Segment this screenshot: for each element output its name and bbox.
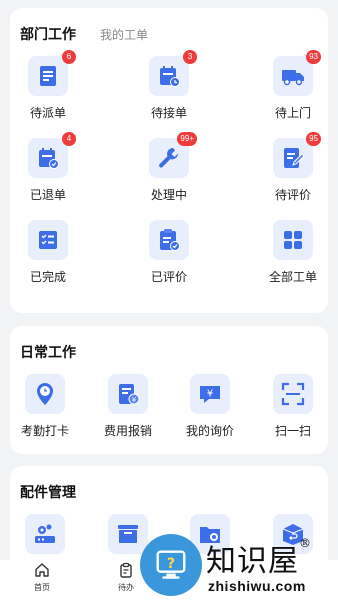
dispatch-icon: 6 [28, 50, 76, 96]
tile-returned[interactable]: 4 已退单 [10, 132, 86, 203]
wrench-icon: 99+ [149, 132, 197, 178]
dept-work-card: 部门工作 我的工单 6 待派单 3 待接单 93 待上门 4 已退单 99+ 处… [10, 8, 328, 313]
tile-pending-review[interactable]: 95 待评价 [255, 132, 331, 203]
calendar-return-icon: 4 [28, 132, 76, 178]
tile-label: 考勤打卡 [20, 424, 69, 438]
watermark-url: zhishiwu.com [208, 578, 306, 594]
svg-text:¥: ¥ [207, 389, 213, 400]
tile-my-inquiry[interactable]: ¥ 我的询价 [172, 374, 248, 439]
watermark-text: 知识屋® [206, 536, 312, 579]
tile-label: 我的询价 [185, 424, 234, 438]
tile-expense[interactable]: ¥ 费用报销 [90, 374, 166, 439]
tile-pending-accept[interactable]: 3 待接单 [131, 50, 207, 121]
tile-scan[interactable]: 扫一扫 [255, 374, 331, 439]
daily-work-card: 日常工作 考勤打卡 ¥ 费用报销 ¥ 我的询价 扫一扫 [10, 326, 328, 454]
tile-label: 已评价 [150, 270, 187, 284]
parts-gear-icon [25, 514, 65, 554]
location-clock-icon [25, 374, 65, 414]
clipboard-check-icon [149, 220, 189, 260]
svg-text:?: ? [167, 556, 175, 572]
parts-management-header: 配件管理 [20, 482, 76, 502]
tile-label: 待接单 [150, 106, 187, 120]
tab-home[interactable]: 首页 [12, 562, 72, 593]
tile-pending-dispatch[interactable]: 6 待派单 [10, 50, 86, 121]
tile-completed[interactable]: 已完成 [10, 220, 86, 285]
clipboard-icon [120, 562, 132, 578]
section-title-dept: 部门工作 [20, 26, 76, 42]
tile-label: 待上门 [274, 106, 311, 120]
inventory-box-icon [108, 514, 148, 554]
tile-label: 费用报销 [103, 424, 152, 438]
daily-work-header: 日常工作 [20, 342, 76, 362]
calendar-clock-icon: 3 [149, 50, 197, 96]
badge-count: 93 [306, 50, 321, 64]
grid-icon [273, 220, 313, 260]
svg-text:¥: ¥ [132, 396, 137, 404]
section-title-parts: 配件管理 [20, 484, 76, 500]
badge-count: 4 [62, 132, 76, 146]
checklist-icon [28, 220, 68, 260]
home-icon [35, 563, 49, 577]
tile-label: 处理中 [150, 188, 187, 202]
tile-all-orders[interactable]: 全部工单 [255, 220, 331, 285]
truck-icon: 93 [273, 50, 321, 96]
tile-reviewed[interactable]: 已评价 [131, 220, 207, 285]
tile-in-progress[interactable]: 99+ 处理中 [131, 132, 207, 203]
receipt-yen-icon: ¥ [108, 374, 148, 414]
tab-label: 首页 [34, 583, 50, 592]
badge-count: 3 [183, 50, 197, 64]
chat-yen-icon: ¥ [190, 374, 230, 414]
tab-my-orders[interactable]: 我的工单 [100, 26, 148, 43]
tile-attendance[interactable]: 考勤打卡 [7, 374, 83, 439]
tile-label: 已退单 [29, 188, 66, 202]
tile-label: 扫一扫 [274, 424, 311, 438]
tile-pending-visit[interactable]: 93 待上门 [255, 50, 331, 121]
tile-parts-1[interactable] [7, 514, 83, 554]
tile-label: 待派单 [29, 106, 66, 120]
edit-doc-icon: 95 [273, 132, 321, 178]
badge-count: 6 [62, 50, 76, 64]
section-title-daily: 日常工作 [20, 344, 76, 360]
badge-count: 99+ [177, 132, 197, 146]
badge-count: 95 [306, 132, 321, 146]
tile-label: 待评价 [274, 188, 311, 202]
dept-work-header: 部门工作 我的工单 [20, 24, 148, 44]
watermark-logo-icon: ? [140, 534, 202, 596]
tile-label: 全部工单 [268, 270, 317, 284]
scan-icon [273, 374, 313, 414]
tile-label: 已完成 [29, 270, 66, 284]
